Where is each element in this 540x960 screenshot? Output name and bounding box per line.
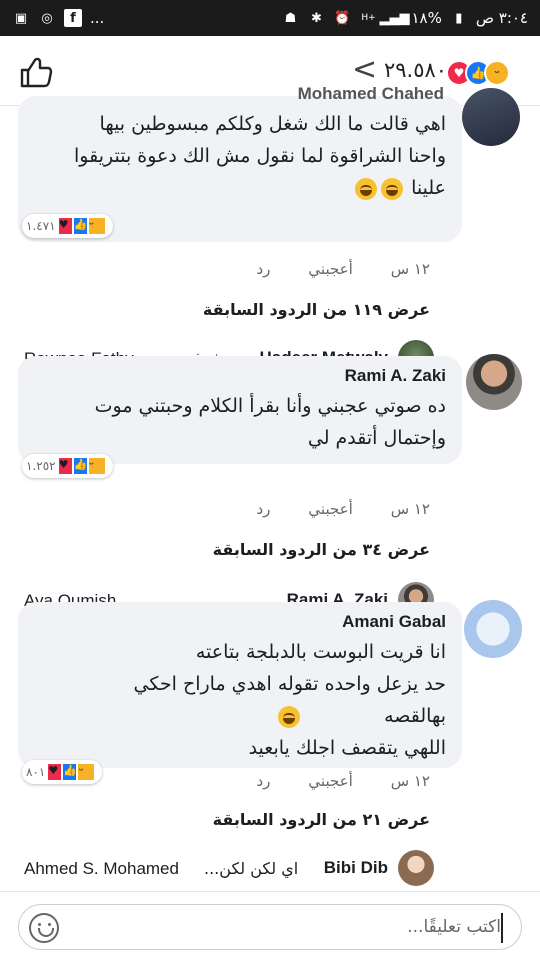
comment-author[interactable]: Amani Gabal [34, 612, 446, 632]
other-replier: Ahmed S. Mohamed [24, 859, 179, 878]
avatar[interactable] [466, 354, 522, 410]
comment-bubble: Rami A. Zaki ده صوتي عجبني وأنا بقرأ الك… [18, 356, 462, 464]
comment-body: ده صوتي عجبني وأنا بقرأ الكلام وحبتني مو… [94, 395, 446, 449]
bluetooth-icon: ✱ [311, 10, 322, 26]
comment-text: اهي قالت ما الك شغل وكلكم مبسوطين بيها و… [34, 108, 446, 204]
like-outline-icon[interactable] [18, 54, 54, 90]
comment-reaction-summary[interactable]: ٨٠١ ♥ 👍 ᵕ [22, 760, 103, 784]
comment-time: ١٢ س [390, 260, 430, 278]
laughing-emoji-icon [381, 177, 404, 200]
haha-reaction-icon: ᵕ [86, 216, 107, 236]
comment-reaction-summary[interactable]: ١.٤٧١ ♥ 👍 ᵕ [22, 214, 113, 238]
signal-bars-icon: ▂▄▆ [379, 10, 410, 26]
avatar[interactable] [464, 600, 522, 658]
comment-reaction-count: ٨٠١ [26, 765, 46, 779]
comment-actions: ١٢ س أعجبني رد [256, 260, 430, 278]
comment-reaction-count: ١.٢٥٢ [26, 459, 56, 473]
view-previous-replies[interactable]: عرض ٣٤ من الردود السابقة [213, 540, 430, 559]
emoji-picker-icon[interactable] [29, 913, 59, 943]
system-icons: ☗ ✱ ⏰ H+ ▂▄▆ ١٨% ▮ ٣:٠٤ ص [281, 9, 528, 27]
comment-composer: اكتب تعليقًا... [0, 891, 540, 960]
notification-icons: ▣ ◎ f ... [12, 9, 104, 27]
reply-link[interactable]: رد [256, 260, 270, 278]
battery-icon: ▮ [455, 10, 463, 26]
haha-reaction-icon: ᵕ [76, 762, 97, 782]
view-previous-replies[interactable]: عرض ٢١ من الردود السابقة [213, 810, 430, 829]
battery-percent: ١٨% [411, 9, 442, 27]
hplus-signal-icon: H+ [361, 12, 376, 23]
alarm-icon: ⏰ [334, 10, 351, 26]
reply-snippet: اي لكن لكن... [204, 859, 299, 878]
avatar[interactable] [462, 88, 520, 146]
clock: ٣:٠٤ ص [475, 9, 528, 27]
comment-actions: ١٢ س أعجبني رد [256, 500, 430, 518]
reply-preview[interactable]: Bibi Dib اي لكن لكن... Ahmed S. Mohamed [0, 850, 540, 894]
text-caret [501, 913, 503, 943]
comment-time: ١٢ س [390, 500, 430, 518]
view-previous-replies[interactable]: عرض ١١٩ من الردود السابقة [203, 300, 430, 319]
comment-input[interactable]: اكتب تعليقًا... [18, 904, 522, 950]
reply-author: Bibi Dib [323, 858, 388, 877]
more-notifications: ... [90, 9, 105, 27]
gallery-icon: ▣ [14, 10, 28, 26]
laughing-emoji-icon [355, 177, 378, 200]
comment-text: انا قريت البوست بالدبلجة بتاعته حد يزعل … [34, 636, 446, 764]
comment-reaction-summary[interactable]: ١.٢٥٢ ♥ 👍 ᵕ [22, 454, 113, 478]
comment-body: انا قريت البوست بالدبلجة بتاعته حد يزعل … [133, 641, 446, 759]
whatsapp-icon: ◎ [41, 10, 53, 26]
avatar [398, 850, 434, 886]
back-chevron-icon[interactable]: < [352, 55, 377, 86]
haha-reaction-icon: ᵕ [484, 60, 510, 86]
facebook-icon: f [64, 9, 82, 27]
like-link[interactable]: أعجبني [308, 772, 352, 790]
haha-reaction-icon: ᵕ [86, 456, 107, 476]
header-reaction-icons[interactable]: ♥ 👍 ᵕ [446, 60, 510, 86]
comment-reaction-count: ١.٤٧١ [26, 219, 56, 233]
comment-author[interactable]: Rami A. Zaki [34, 366, 446, 386]
reply-link[interactable]: رد [256, 500, 270, 518]
reply-link[interactable]: رد [256, 772, 270, 790]
worried-emoji-icon [278, 706, 300, 728]
comment-bubble: Amani Gabal انا قريت البوست بالدبلجة بتا… [18, 602, 462, 768]
comment-time: ١٢ س [390, 772, 430, 790]
comment-placeholder: اكتب تعليقًا... [407, 917, 501, 937]
comment-author[interactable]: Mohamed Chahed [298, 84, 444, 104]
android-icon: ☗ [284, 10, 297, 26]
status-bar: ▣ ◎ f ... ☗ ✱ ⏰ H+ ▂▄▆ ١٨% ▮ ٣:٠٤ ص [0, 0, 540, 36]
comment-actions: ١٢ س أعجبني رد [256, 772, 430, 790]
like-link[interactable]: أعجبني [308, 500, 352, 518]
total-reaction-count[interactable]: ٢٩.٥٨٠ [384, 58, 447, 82]
comments-sheet: < ٢٩.٥٨٠ ♥ 👍 ᵕ Mohamed Chahed اهي قالت م… [0, 36, 540, 960]
like-link[interactable]: أعجبني [308, 260, 352, 278]
